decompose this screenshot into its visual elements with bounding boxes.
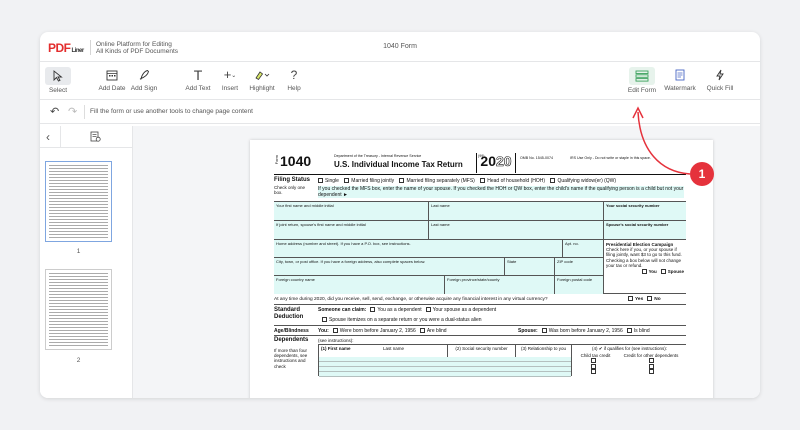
dependents-section: Dependents (see instructions): If more t… — [274, 336, 686, 377]
add-sign-tool[interactable]: Add Sign — [126, 65, 162, 98]
watermark-icon — [671, 67, 689, 83]
page-thumbnail-1[interactable] — [45, 161, 112, 242]
lightning-icon — [711, 67, 729, 83]
cursor-icon — [45, 67, 71, 85]
filing-status-section: Filing Status Check only one box. Single… — [274, 175, 686, 202]
checkbox-child-credit[interactable] — [591, 363, 596, 369]
tax-year: 2020 — [476, 153, 516, 173]
spouse-name-row[interactable]: If joint return, spouse's first name and… — [274, 221, 686, 240]
thumbnail-preview — [49, 165, 108, 238]
checkbox-child-credit[interactable] — [591, 369, 596, 374]
form-header: Form 1040 Department of the Treasury - I… — [274, 151, 686, 175]
checkbox-pec-you[interactable] — [641, 269, 647, 275]
foreign-address-field[interactable]: Foreign country name Foreign province/st… — [274, 276, 603, 294]
callout-badge: 1 — [690, 162, 714, 186]
app-header: PDFLiner Online Platform for Editing All… — [40, 32, 760, 62]
ssn-field[interactable]: Your social security number — [603, 202, 686, 220]
document-canvas: Form 1040 Department of the Treasury - I… — [133, 126, 760, 398]
spouse-ssn-field[interactable]: Spouse's social security number — [603, 221, 686, 239]
edit-form-tool[interactable]: Edit Form — [624, 65, 660, 98]
checkbox-head-household[interactable] — [480, 178, 486, 183]
sidebar-divider — [60, 126, 61, 148]
checkbox-you-born-before[interactable] — [332, 328, 338, 333]
checkbox-other-credit[interactable] — [649, 363, 654, 369]
checkbox-pec-spouse[interactable] — [660, 269, 666, 275]
last-name-field[interactable]: Last name — [428, 202, 603, 220]
text-t-icon: T — [193, 67, 203, 83]
thumbnail-page-number: 2 — [76, 357, 81, 364]
question-mark-icon: ? — [290, 68, 298, 82]
select-tool[interactable]: Select — [40, 65, 76, 98]
watermark-tool[interactable]: Watermark — [662, 65, 698, 98]
hint-bar: ↶ ↷ Fill the form or use another tools t… — [40, 100, 760, 124]
form-1040: Form 1040 Department of the Treasury - I… — [274, 151, 686, 377]
page-thumbnail-2[interactable] — [45, 269, 112, 350]
form-title: U.S. Individual Income Tax Return — [334, 160, 463, 169]
virtual-currency-row: At any time during 2020, did you receive… — [274, 294, 686, 305]
add-text-tool[interactable]: T Add Text — [180, 65, 216, 98]
dependents-rows[interactable] — [319, 357, 571, 377]
checkbox-other-credit[interactable] — [649, 358, 654, 363]
thumbnail-sidebar: ‹ 1 2 — [40, 126, 133, 398]
name-row[interactable]: Your first name and middle initial Last … — [274, 202, 686, 221]
checkbox-spouse-dependent[interactable] — [425, 307, 431, 312]
add-date-tool[interactable]: Add Date — [94, 65, 130, 98]
redo-icon[interactable]: ↷ — [68, 105, 77, 118]
plus-dropdown-icon: +⌄ — [223, 67, 237, 82]
pen-icon — [135, 67, 153, 83]
undo-icon[interactable]: ↶ — [50, 105, 59, 118]
presidential-campaign-box: Presidential Election Campaign Check her… — [603, 240, 686, 294]
document-page: Form 1040 Department of the Treasury - I… — [250, 140, 713, 398]
checkbox-virtual-no[interactable] — [647, 296, 653, 301]
address-block: Home address (number and street). If you… — [274, 240, 686, 294]
form-number: 1040 — [280, 153, 312, 169]
checkbox-single[interactable] — [318, 178, 323, 183]
home-address-field[interactable]: Home address (number and street). If you… — [274, 240, 603, 258]
chevron-left-icon[interactable]: ‹ — [46, 130, 50, 144]
hint-text: Fill the form or use another tools to ch… — [90, 108, 253, 115]
spouse-last-name-field[interactable]: Last name — [428, 221, 603, 239]
checkbox-virtual-yes[interactable] — [628, 296, 633, 301]
checkbox-spouse-itemizes[interactable] — [322, 317, 327, 322]
highlighter-icon — [253, 67, 271, 83]
checkbox-spouse-blind[interactable] — [626, 328, 632, 333]
checkbox-married-joint[interactable] — [344, 178, 350, 183]
form-fields-icon — [629, 67, 655, 85]
age-blindness-row: Age/Blindness You: Were born before Janua… — [274, 326, 686, 336]
fs-note-field[interactable]: If you checked the MFS box, enter the na… — [318, 186, 684, 198]
highlight-tool[interactable]: Highlight — [244, 65, 280, 98]
checkbox-you-dependent[interactable] — [370, 307, 376, 312]
dependents-table: (1) First name Last name (2) Social secu… — [318, 344, 686, 377]
standard-deduction-row: Standard Deduction Someone can claim: You… — [274, 305, 686, 326]
checkbox-married-separate[interactable] — [399, 178, 405, 183]
calendar-icon — [103, 67, 121, 83]
checkbox-spouse-born-before[interactable] — [541, 328, 547, 333]
thumbnail-preview — [49, 273, 108, 346]
quick-fill-tool[interactable]: Quick Fill — [702, 65, 738, 98]
app-window: PDFLiner Online Platform for Editing All… — [40, 32, 760, 398]
thumbnail-page-number: 1 — [76, 248, 81, 255]
checkbox-child-credit[interactable] — [591, 358, 596, 363]
document-title: 1040 Form — [383, 43, 417, 50]
help-tool[interactable]: ? Help — [276, 65, 312, 98]
checkbox-other-credit[interactable] — [649, 369, 654, 374]
page-settings-icon[interactable] — [90, 131, 101, 145]
hint-divider — [84, 105, 85, 119]
sidebar-top-bar: ‹ — [40, 126, 132, 148]
checkbox-qualifying-widow[interactable] — [550, 178, 556, 183]
toolbar: Select Add Date Add Sign T Add Text +⌄ I… — [40, 62, 760, 100]
city-field[interactable]: City, town, or post office. If you have … — [274, 258, 603, 276]
insert-tool[interactable]: +⌄ Insert — [212, 65, 248, 98]
checkbox-you-blind[interactable] — [419, 328, 425, 333]
